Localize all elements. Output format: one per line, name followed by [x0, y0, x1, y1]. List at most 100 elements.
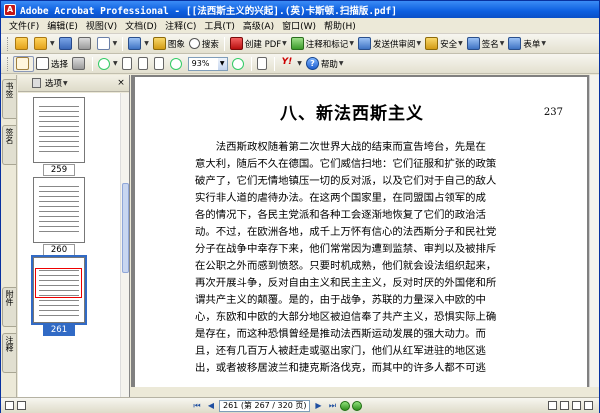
- email-button[interactable]: ▼: [95, 36, 120, 52]
- tab-comments[interactable]: 注释: [2, 333, 16, 373]
- attach-button[interactable]: ▼: [126, 36, 151, 52]
- page-number-field[interactable]: 261 (第 267 / 320 页): [219, 399, 311, 412]
- menu-advanced[interactable]: 高级(A): [239, 19, 278, 32]
- text-line: 意大利，随后不久在德国。它们威信扫地：它们征服和扩张的政策: [195, 158, 497, 170]
- trash-icon[interactable]: [32, 78, 41, 88]
- continuous-layout-icon[interactable]: [560, 401, 569, 410]
- toolbar-separator: [273, 56, 275, 71]
- first-page-button[interactable]: ⏮: [191, 400, 203, 412]
- acrobat-window: A Adobe Acrobat Professional - [[法西斯主义的兴…: [0, 0, 600, 413]
- menu-tools[interactable]: 工具(T): [200, 19, 239, 32]
- snapshot-button[interactable]: [70, 56, 89, 72]
- visible-area-indicator[interactable]: [35, 268, 82, 298]
- tab-bookmarks[interactable]: 书签: [2, 79, 16, 119]
- toolbar-grip[interactable]: [7, 56, 10, 71]
- chevron-down-icon[interactable]: ▼: [63, 80, 68, 87]
- thumbnail-image: [33, 177, 85, 243]
- close-panel-icon[interactable]: ×: [116, 78, 126, 88]
- print-button[interactable]: [76, 36, 95, 52]
- chevron-down-icon: ▼: [144, 40, 149, 47]
- fit-page-button[interactable]: [136, 56, 152, 72]
- paperclip-icon: [128, 37, 142, 50]
- page-display-buttons: [548, 401, 599, 410]
- select-tool-button[interactable]: 选择: [34, 56, 70, 72]
- tab-signatures[interactable]: 签名: [2, 125, 16, 165]
- sign-button[interactable]: 签名 ▼: [465, 36, 507, 52]
- options-menu[interactable]: 选项: [45, 77, 62, 89]
- nav-left-group: [1, 401, 191, 410]
- toolbar-separator: [250, 56, 252, 71]
- document-scrollbar[interactable]: [589, 75, 599, 387]
- facing-layout-icon[interactable]: [572, 401, 581, 410]
- last-page-button[interactable]: ⏭: [326, 400, 338, 412]
- toolbar-separator: [92, 56, 94, 71]
- thumbnail-page-259[interactable]: 259: [33, 97, 85, 176]
- document-view[interactable]: 八、新法西斯主义 237 法西斯政权随着第二次世界大战的结束而宣告垮台，先是在 …: [131, 75, 597, 387]
- organize-button[interactable]: ▼: [32, 36, 57, 52]
- zoom-tool-button[interactable]: ▼: [96, 56, 120, 72]
- tab-attachments[interactable]: 附件: [2, 287, 16, 327]
- text-line: 且，还有几百万人被赶走或驱出家门，他们从红军进驻的地区逃: [195, 345, 486, 357]
- previous-page-button[interactable]: ◀: [205, 400, 217, 412]
- menu-file[interactable]: 文件(F): [5, 19, 43, 32]
- search-button[interactable]: 搜索: [187, 36, 221, 52]
- save-button[interactable]: [57, 36, 76, 52]
- tab-signatures-label: 签名: [5, 128, 14, 144]
- create-pdf-button[interactable]: 创建 PDF ▼: [228, 36, 289, 52]
- security-button[interactable]: 安全 ▼: [423, 36, 465, 52]
- single-page-icon[interactable]: [17, 401, 26, 410]
- tasks-toolbar: 选择 ▼ 93% ▼ Y! ▼ ? 帮助 ▼: [1, 54, 599, 74]
- menu-comments[interactable]: 注释(C): [161, 19, 200, 32]
- menu-help[interactable]: 帮助(H): [320, 19, 360, 32]
- comment-markup-button[interactable]: 注释和标记 ▼: [289, 36, 356, 52]
- go-back-view-icon[interactable]: [340, 400, 351, 411]
- forms-button[interactable]: 表单 ▼: [506, 36, 548, 52]
- send-review-label: 发送供审阅: [372, 39, 416, 50]
- scrollbar-thumb[interactable]: [122, 183, 129, 273]
- help-button[interactable]: ? 帮助 ▼: [304, 56, 346, 72]
- rotate-button[interactable]: [255, 56, 271, 72]
- fit-width-button[interactable]: [152, 56, 168, 72]
- thumbnail-page-261[interactable]: 261: [31, 255, 87, 336]
- next-page-button[interactable]: ▶: [312, 400, 324, 412]
- image-button[interactable]: 图象: [151, 36, 187, 52]
- menu-view[interactable]: 视图(V): [82, 19, 121, 32]
- page-thumbnails-panel: 选项 ▼ × 259 260 261: [18, 75, 130, 397]
- toolbar-grip[interactable]: [7, 36, 10, 51]
- form-icon: [508, 37, 522, 50]
- help-label: 帮助: [320, 59, 338, 70]
- image-label: 图象: [167, 39, 185, 50]
- yahoo-icon: Y!: [281, 57, 293, 67]
- create-pdf-label: 创建 PDF: [244, 39, 282, 50]
- open-button[interactable]: [13, 36, 32, 52]
- actual-size-button[interactable]: [120, 56, 136, 72]
- text-line: 在公职之外而感到愤怒。只要时机成熟，他们就会设法组织起来，: [195, 260, 497, 272]
- menu-window[interactable]: 窗口(W): [278, 19, 320, 32]
- thumbnail-page-number: 261: [43, 324, 75, 336]
- zoom-level-field[interactable]: 93% ▼: [187, 56, 228, 71]
- zoom-in-button[interactable]: [230, 56, 248, 72]
- tab-comments-label: 注释: [5, 336, 14, 352]
- zoom-out-button[interactable]: [168, 56, 186, 72]
- fit-page-icon: [137, 57, 148, 70]
- menu-edit[interactable]: 编辑(E): [43, 19, 82, 32]
- page-layout-icon[interactable]: [5, 401, 14, 410]
- go-forward-view-icon[interactable]: [352, 400, 363, 411]
- single-page-layout-icon[interactable]: [548, 401, 557, 410]
- zoom-out-icon: [169, 57, 182, 70]
- text-line: 破产了，它们无情地镇压一切的反对派，以及它们对于自己的敌人: [195, 175, 497, 187]
- chevron-down-icon: ▼: [416, 40, 422, 47]
- thumbnail-page-260[interactable]: 260: [33, 177, 85, 256]
- thumbnail-scrollbar[interactable]: [120, 93, 129, 397]
- text-line: 动。不过，在欧洲各地，成千上万怀有信心的法西斯分子和民社党: [195, 226, 497, 238]
- yahoo-button[interactable]: Y! ▼: [278, 56, 304, 72]
- fit-width-icon: [153, 57, 164, 70]
- hand-tool-button[interactable]: [13, 55, 34, 72]
- folder-icon: [34, 37, 47, 50]
- continuous-facing-layout-icon[interactable]: [584, 401, 593, 410]
- menu-document[interactable]: 文档(D): [121, 19, 161, 32]
- chevron-down-icon: ▼: [349, 40, 354, 47]
- chevron-down-icon[interactable]: ▼: [217, 57, 227, 70]
- help-icon: ?: [305, 57, 319, 70]
- send-review-button[interactable]: 发送供审阅 ▼: [356, 36, 423, 52]
